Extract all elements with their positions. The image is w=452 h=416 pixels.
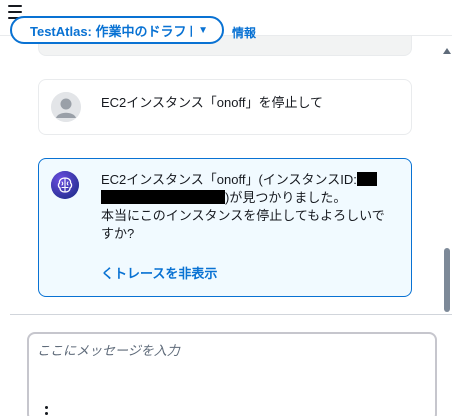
scrollbar-thumb[interactable]: [444, 248, 450, 312]
message-input[interactable]: [37, 340, 427, 390]
hide-trace-link[interactable]: くトレースを非表示: [101, 263, 217, 282]
agent-message-line3: 本当にこのインスタンスを停止してもよろしいですか?: [101, 208, 385, 241]
chat-scrollbar[interactable]: [440, 36, 452, 314]
agent-message-line2: )が見つかりました。: [225, 190, 347, 205]
message-composer: [27, 332, 437, 416]
redacted-instance-id-part2: [101, 190, 225, 204]
redacted-instance-id-part1: [356, 172, 377, 186]
info-link[interactable]: 情報: [232, 24, 256, 41]
composer-divider: [10, 314, 452, 315]
top-bar: TestAtlas: 作業中のドラフト ▼ 情報: [0, 0, 452, 44]
agent-message-line1: EC2インスタンス「onoff」(インスタンスID:: [101, 172, 357, 187]
user-message-card: EC2インスタンス「onoff」を停止して: [38, 79, 412, 135]
chat-page: TestAtlas: 作業中のドラフト ▼ 情報 EC2インスタンス「onoff…: [0, 0, 452, 416]
scroll-up-icon[interactable]: [443, 48, 451, 54]
user-avatar-icon: [51, 92, 81, 122]
agent-message-card: EC2インスタンス「onoff」(インスタンスID: )が見つかりました。 本当…: [38, 158, 412, 297]
chat-history: EC2インスタンス「onoff」を停止して EC2インスタンス「onoff」(イ…: [0, 36, 440, 314]
user-message-text: EC2インスタンス「onoff」を停止して: [101, 95, 324, 110]
agent-version-select[interactable]: TestAtlas: 作業中のドラフト ▼: [10, 16, 224, 44]
agent-version-label: TestAtlas: 作業中のドラフト: [30, 23, 193, 39]
chevron-down-icon: ▼: [198, 24, 208, 36]
agent-message-text: EC2インスタンス「onoff」(インスタンスID: )が見つかりました。 本当…: [101, 171, 393, 243]
brain-icon: [51, 171, 79, 199]
more-vertical-icon[interactable]: [43, 406, 49, 416]
